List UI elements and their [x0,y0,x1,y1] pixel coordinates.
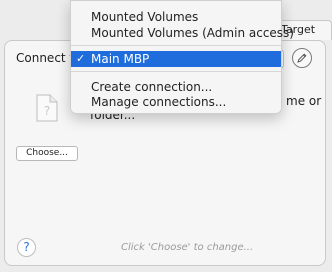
svg-text:?: ? [44,104,50,118]
menu-item-label: Manage connections... [91,95,227,109]
edit-connection-button[interactable] [292,48,312,68]
menu-item-mounted-volumes-admin[interactable]: Mounted Volumes (Admin access) [71,25,294,41]
document-icon: ? [36,94,58,122]
menu-item-label: Main MBP [91,52,150,66]
file-description-line1: me or [286,94,322,108]
menu-item-label: Create connection... [91,80,213,94]
menu-item-mounted-volumes[interactable]: Mounted Volumes [71,9,281,25]
checkmark-icon: ✓ [76,52,86,65]
pencil-icon [297,53,307,63]
menu-separator [71,45,281,46]
menu-item-label: Mounted Volumes (Admin access) [91,26,294,40]
choose-button[interactable]: Choose... [16,146,78,161]
menu-item-create-connection[interactable]: Create connection... [71,79,281,95]
menu-item-manage-connections[interactable]: Manage connections... [71,94,281,110]
menu-item-main-mbp[interactable]: ✓ Main MBP [71,51,281,67]
help-button[interactable]: ? [17,238,36,257]
connection-menu: Mounted Volumes Mounted Volumes (Admin a… [70,0,294,114]
menu-separator [71,71,281,72]
menu-item-label: Mounted Volumes [91,10,199,24]
status-text: Click 'Choose' to change... [121,242,254,253]
